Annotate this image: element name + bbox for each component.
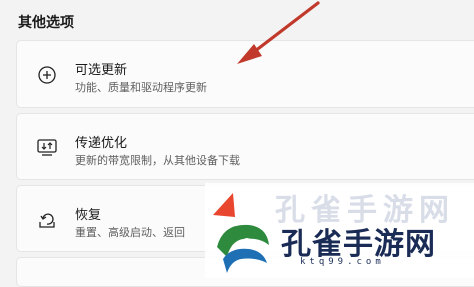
delivery-optimization-desc: 更新的带宽限制，从其他设备下载 <box>75 155 240 167</box>
delivery-optimization-title: 传递优化 <box>75 135 128 150</box>
optional-updates-title: 可选更新 <box>75 62 128 77</box>
plus-circle-icon <box>36 64 58 86</box>
peacock-logo-icon <box>213 193 269 273</box>
section-title: 其他选项 <box>18 14 74 30</box>
recovery-icon <box>36 208 58 230</box>
optional-updates-card[interactable]: 可选更新 功能、质量和驱动程序更新 <box>16 40 474 108</box>
watermark-url: ktq99.com <box>300 257 385 267</box>
optional-updates-desc: 功能、质量和驱动程序更新 <box>75 82 207 94</box>
recovery-desc: 重置、高级启动、返回 <box>75 227 185 239</box>
delivery-optimization-card[interactable]: 传递优化 更新的带宽限制，从其他设备下载 <box>16 113 474 180</box>
watermark: 孔雀手游网 孔雀手游网 ktq99.com <box>205 183 474 278</box>
delivery-optimization-icon <box>36 136 58 158</box>
recovery-title: 恢复 <box>75 207 102 222</box>
